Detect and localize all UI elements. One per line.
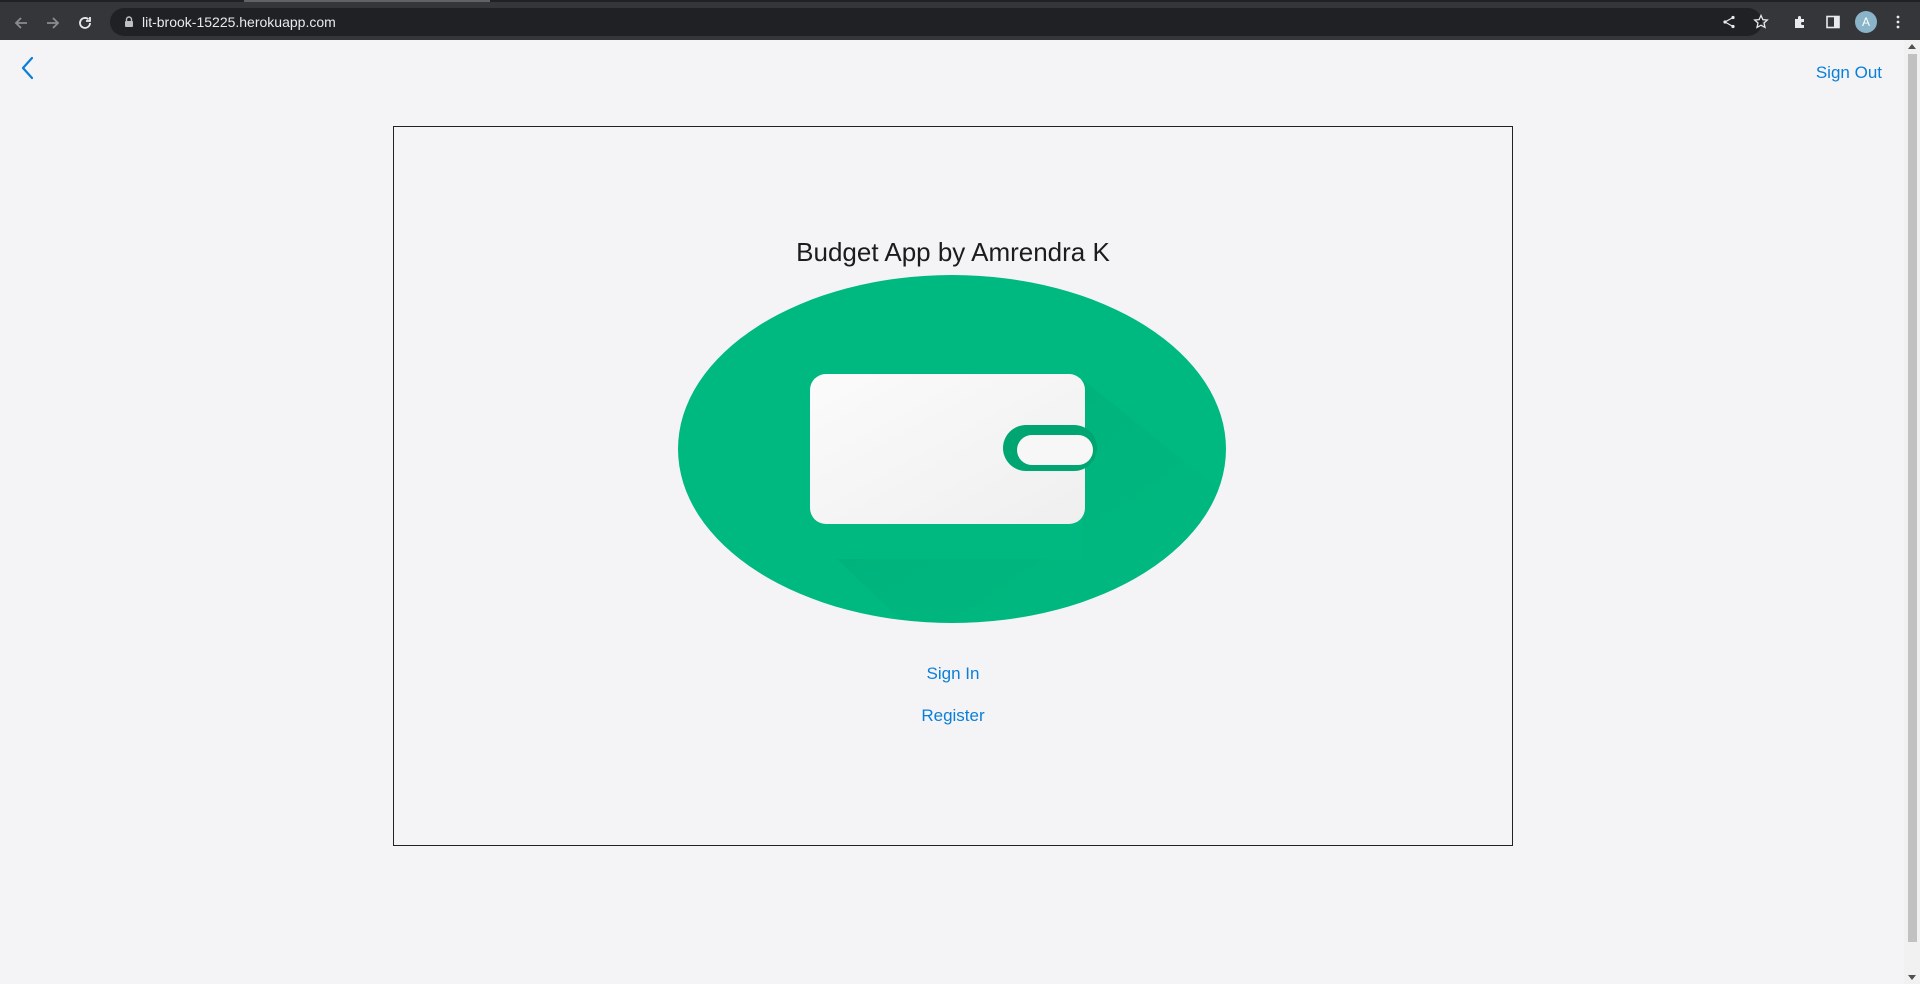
sign-in-link[interactable]: Sign In xyxy=(394,664,1512,684)
register-link[interactable]: Register xyxy=(394,706,1512,726)
chevron-left-icon[interactable] xyxy=(18,54,38,82)
wallet-icon xyxy=(678,275,1226,623)
browser-back-button[interactable] xyxy=(8,10,34,36)
scroll-thumb[interactable] xyxy=(1908,54,1917,942)
active-tab-indicator xyxy=(244,0,490,2)
arrow-right-icon xyxy=(47,17,60,29)
share-icon xyxy=(1723,15,1735,29)
side-panel-icon xyxy=(1826,15,1840,29)
browser-toolbar: lit-brook-15225.herokuapp.com A xyxy=(0,0,1920,40)
page-scrollbar[interactable] xyxy=(1904,40,1920,984)
welcome-card: Budget App by Amrendra K Sign In Registe… xyxy=(393,126,1513,846)
side-panel-button[interactable] xyxy=(1821,10,1845,34)
arrow-left-icon xyxy=(14,17,27,29)
address-bar[interactable]: lit-brook-15225.herokuapp.com xyxy=(110,8,1762,36)
url-text: lit-brook-15225.herokuapp.com xyxy=(142,14,336,30)
puzzle-icon xyxy=(1795,16,1804,28)
bookmark-button[interactable] xyxy=(1749,10,1773,34)
share-button[interactable] xyxy=(1717,10,1741,34)
page-content: Sign Out Budget App by Amrendra K Sign I… xyxy=(0,40,1904,984)
sign-out-link[interactable]: Sign Out xyxy=(1816,63,1882,83)
lock-icon xyxy=(125,16,133,27)
extensions-button[interactable] xyxy=(1788,10,1812,34)
browser-forward-button[interactable] xyxy=(40,10,66,36)
profile-avatar[interactable]: A xyxy=(1855,11,1877,33)
page-title: Budget App by Amrendra K xyxy=(796,237,1110,267)
star-icon xyxy=(1753,14,1769,29)
scroll-down-arrow-icon[interactable] xyxy=(1908,975,1916,980)
scroll-up-arrow-icon[interactable] xyxy=(1908,44,1916,49)
kebab-menu-icon xyxy=(1896,15,1900,29)
browser-menu-button[interactable] xyxy=(1886,10,1910,34)
reload-icon xyxy=(79,17,91,29)
browser-reload-button[interactable] xyxy=(72,10,98,36)
